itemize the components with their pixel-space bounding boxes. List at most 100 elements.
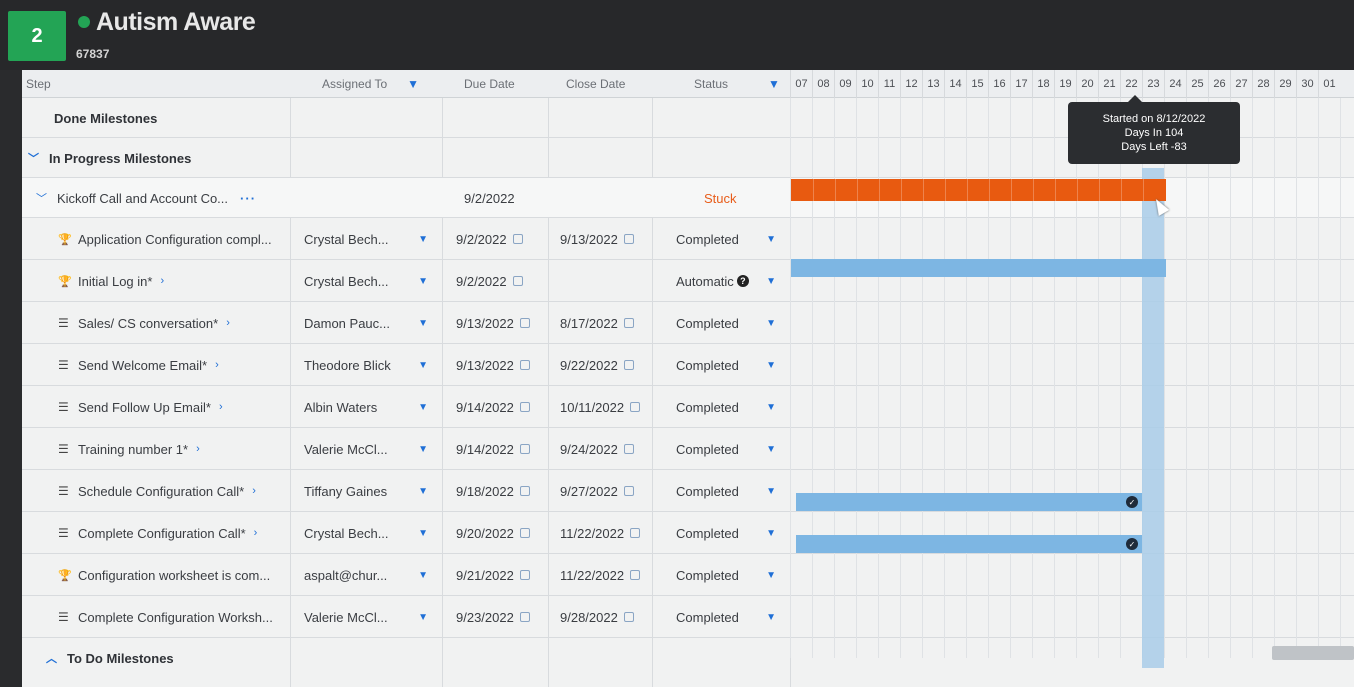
status-cell[interactable]: Completed ▼ [676,428,788,470]
due-date-cell[interactable]: 9/2/2022 [456,218,548,260]
chevron-right-icon[interactable]: › [226,317,230,329]
calendar-icon[interactable] [623,612,634,622]
filter-icon[interactable]: ▼ [768,77,780,91]
assignee-cell[interactable]: Valerie McCl... ▼ [304,428,440,470]
chevron-right-icon[interactable]: › [160,275,164,287]
collapse-chevron-icon[interactable]: ﹀ [36,190,47,206]
chevron-down-icon[interactable]: ▼ [766,486,776,497]
assignee-cell[interactable]: Valerie McCl... ▼ [304,596,440,638]
gantt-bar[interactable] [791,259,1166,277]
close-date-cell[interactable]: 9/13/2022 [560,218,652,260]
gantt-bar[interactable] [796,493,1142,511]
chevron-down-icon[interactable]: ▼ [766,360,776,371]
calendar-icon[interactable] [623,318,634,328]
chevron-down-icon[interactable]: ▼ [418,318,428,329]
due-date-cell[interactable]: 9/14/2022 [456,386,548,428]
calendar-icon[interactable] [519,528,530,538]
calendar-icon[interactable] [519,318,530,328]
status-cell[interactable]: Completed ▼ [676,344,788,386]
filter-icon[interactable]: ▼ [407,77,419,91]
chevron-down-icon[interactable]: ▼ [418,402,428,413]
task-name[interactable]: Complete Configuration Call* [78,526,246,541]
task-name[interactable]: Configuration worksheet is com... [78,568,270,583]
milestone-gantt-bar[interactable] [791,179,1166,201]
due-date-cell[interactable]: 9/13/2022 [456,344,548,386]
task-name[interactable]: Sales/ CS conversation* [78,316,218,331]
column-header-step[interactable]: Step [26,70,286,98]
task-name[interactable]: Schedule Configuration Call* [78,484,244,499]
chevron-down-icon[interactable]: ▼ [418,486,428,497]
column-header-assigned[interactable]: Assigned To ▼ [322,70,452,98]
calendar-icon[interactable] [519,444,530,454]
chevron-right-icon[interactable]: › [219,401,223,413]
column-header-due[interactable]: Due Date [464,70,564,98]
chevron-down-icon[interactable]: ▼ [766,234,776,245]
expand-chevron-icon[interactable]: ︿ [46,650,57,666]
due-date-cell[interactable]: 9/21/2022 [456,554,548,596]
chevron-right-icon[interactable]: › [252,485,256,497]
chevron-down-icon[interactable]: ▼ [766,276,776,287]
due-date-cell[interactable]: 9/20/2022 [456,512,548,554]
project-number-badge[interactable]: 2 [8,11,66,61]
calendar-icon[interactable] [519,360,530,370]
chevron-down-icon[interactable]: ▼ [766,402,776,413]
close-date-cell[interactable]: 9/27/2022 [560,470,652,512]
calendar-icon[interactable] [623,234,634,244]
chevron-down-icon[interactable]: ▼ [418,234,428,245]
status-cell[interactable]: Completed ▼ [676,512,788,554]
calendar-icon[interactable] [623,486,634,496]
calendar-icon[interactable] [630,570,641,580]
close-date-cell[interactable]: 11/22/2022 [560,512,652,554]
horizontal-scrollbar[interactable] [1272,646,1354,660]
column-header-close[interactable]: Close Date [566,70,666,98]
status-cell[interactable]: Automatic? ▼ [676,260,788,302]
chevron-down-icon[interactable]: ▼ [418,528,428,539]
task-name[interactable]: Initial Log in* [78,274,152,289]
chevron-down-icon[interactable]: ▼ [418,276,428,287]
more-options-icon[interactable]: ··· [240,191,256,206]
due-date-cell[interactable]: 9/2/2022 [456,260,548,302]
assignee-cell[interactable]: aspalt@chur... ▼ [304,554,440,596]
close-date-cell[interactable]: 11/22/2022 [560,554,652,596]
task-name[interactable]: Application Configuration compl... [78,232,272,247]
due-date-cell[interactable]: 9/13/2022 [456,302,548,344]
calendar-icon[interactable] [519,486,530,496]
close-date-cell[interactable]: 8/17/2022 [560,302,652,344]
calendar-icon[interactable] [512,276,523,286]
status-cell[interactable]: Completed ▼ [676,386,788,428]
milestone-status[interactable]: Stuck [704,178,784,218]
status-cell[interactable]: Completed ▼ [676,302,788,344]
close-date-cell[interactable]: 9/28/2022 [560,596,652,638]
calendar-icon[interactable] [623,444,634,454]
chevron-down-icon[interactable]: ▼ [766,444,776,455]
due-date-cell[interactable]: 9/14/2022 [456,428,548,470]
status-cell[interactable]: Completed ▼ [676,596,788,638]
chevron-down-icon[interactable]: ▼ [418,612,428,623]
column-header-status[interactable]: Status ▼ [694,70,790,98]
status-cell[interactable]: Completed ▼ [676,554,788,596]
gantt-bar[interactable] [796,535,1142,553]
help-icon[interactable]: ? [736,275,749,287]
task-name[interactable]: Send Welcome Email* [78,358,207,373]
collapse-chevron-icon[interactable]: ﹀ [28,150,39,166]
assignee-cell[interactable]: Damon Pauc... ▼ [304,302,440,344]
task-name[interactable]: Send Follow Up Email* [78,400,211,415]
due-date-cell[interactable]: 9/23/2022 [456,596,548,638]
calendar-icon[interactable] [519,402,530,412]
status-cell[interactable]: Completed ▼ [676,470,788,512]
chevron-down-icon[interactable]: ▼ [766,612,776,623]
chevron-down-icon[interactable]: ▼ [418,570,428,581]
chevron-right-icon[interactable]: › [196,443,200,455]
assignee-cell[interactable]: Theodore Blick ▼ [304,344,440,386]
chevron-down-icon[interactable]: ▼ [766,570,776,581]
assignee-cell[interactable]: Tiffany Gaines ▼ [304,470,440,512]
assignee-cell[interactable]: Crystal Bech... ▼ [304,512,440,554]
task-name[interactable]: Training number 1* [78,442,188,457]
chevron-down-icon[interactable]: ▼ [766,318,776,329]
calendar-icon[interactable] [623,360,634,370]
close-date-cell[interactable]: 9/24/2022 [560,428,652,470]
close-date-cell[interactable] [560,260,652,302]
calendar-icon[interactable] [519,570,530,580]
calendar-icon[interactable] [512,234,523,244]
due-date-cell[interactable]: 9/18/2022 [456,470,548,512]
